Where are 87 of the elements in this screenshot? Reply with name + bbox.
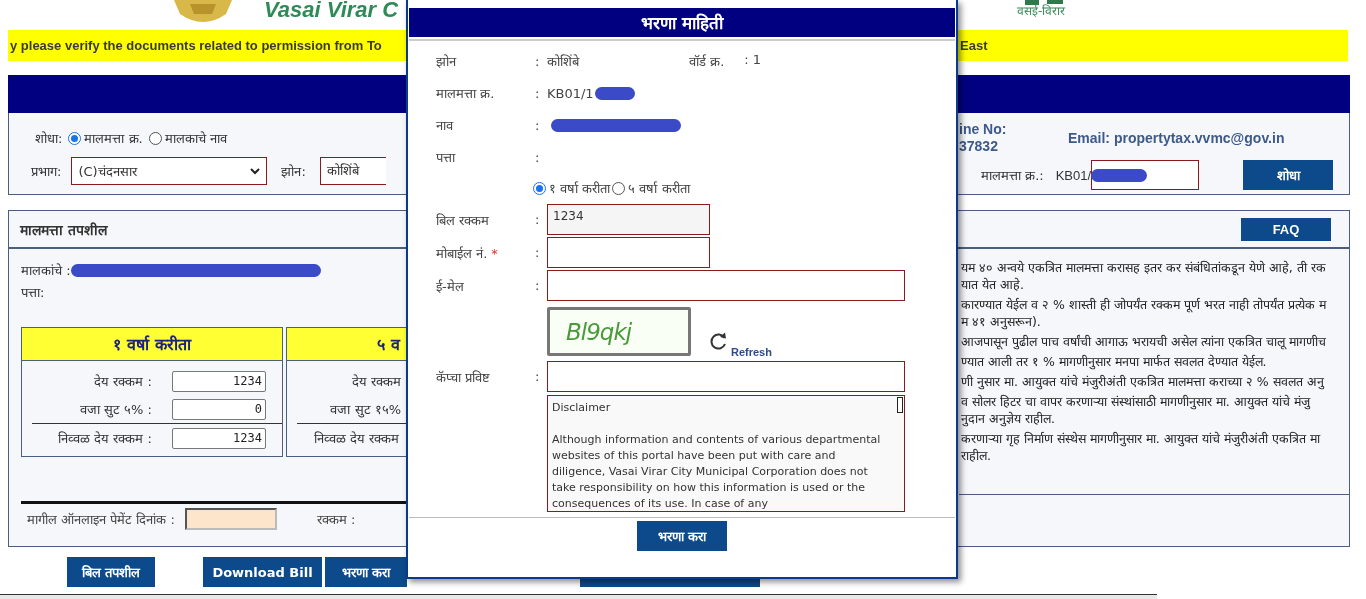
amount-label: वजा सुट १५% bbox=[329, 401, 401, 418]
search-option[interactable]: मालकाचे नाव bbox=[148, 129, 227, 147]
zone-label: झोन: bbox=[281, 163, 306, 180]
faq-button[interactable]: FAQ bbox=[1241, 217, 1331, 241]
property-label: मालमत्ता क्र.: bbox=[981, 167, 1044, 184]
section-title: मालमत्ता तपशील bbox=[20, 220, 107, 239]
helpline-text: 37832 bbox=[959, 138, 999, 155]
field-value: KB01/1 bbox=[547, 85, 594, 101]
field-value: कोशिंबे bbox=[547, 53, 579, 70]
amount-field[interactable]: 1234 bbox=[172, 427, 266, 449]
ward-label: प्रभाग: bbox=[31, 163, 62, 180]
radio-button[interactable] bbox=[68, 131, 82, 145]
field-label: वॉर्ड क्र. bbox=[689, 53, 725, 70]
action-button[interactable]: भरणा करा bbox=[325, 557, 407, 587]
search-label: शोधा: bbox=[35, 130, 63, 147]
amount-label: वजा सुट ५% : bbox=[78, 401, 152, 418]
note-text: व सोलर हिटर चा वापर करणाऱ्या संस्थांसाठी मागणीनुसार मा. आयुक्त यांचे मंजु bbox=[961, 393, 1312, 410]
last-payment-label: मागील ऑनलाइन पेमेंट दिनांक : bbox=[27, 511, 175, 528]
plan-option[interactable]: १ वर्षा करीता bbox=[533, 179, 611, 197]
logo-caption: वसई-विरार bbox=[1017, 5, 1066, 18]
notice-text: East bbox=[960, 38, 988, 53]
site-title: Vasai Virar C bbox=[264, 0, 399, 20]
separator-text: : bbox=[535, 369, 541, 384]
field-label: मालमत्ता क्र. bbox=[436, 85, 496, 102]
ward-dropdown[interactable]: (C)चंदनसार bbox=[71, 157, 268, 185]
input-field[interactable] bbox=[547, 237, 710, 268]
note-text: राहील. bbox=[961, 447, 992, 464]
email-text: Email: propertytax.vvmc@gov.in bbox=[1068, 130, 1285, 146]
input-field[interactable] bbox=[547, 270, 905, 301]
search-option[interactable]: मालमत्ता क्र. bbox=[68, 129, 143, 147]
dialog-title: भरणा माहिती bbox=[409, 8, 955, 37]
plan-title: १ वर्षा करीता bbox=[22, 328, 282, 361]
note-text: यात येत आहे. bbox=[961, 276, 1025, 293]
separator-text: : bbox=[535, 53, 541, 69]
owner-label: मालकांचे : bbox=[21, 262, 71, 279]
separator-text: : bbox=[535, 245, 541, 260]
search-button[interactable]: शोधा bbox=[1243, 160, 1334, 190]
separator-text: : bbox=[535, 117, 541, 133]
field-label: बिल रक्कम bbox=[436, 211, 491, 229]
zone-field[interactable]: कोशिंबे bbox=[319, 157, 386, 185]
refresh-icon bbox=[709, 331, 729, 351]
property-prefix: KB01/ bbox=[1055, 167, 1092, 183]
field-value: : 1 bbox=[744, 52, 762, 69]
captcha-image: Bl9qkj bbox=[547, 307, 691, 356]
pay-button[interactable]: भरणा करा bbox=[637, 521, 727, 551]
property-field[interactable] bbox=[1091, 160, 1200, 190]
note-text: म ४१ अनुसरून). bbox=[961, 313, 1042, 330]
helpline-text: ine No: bbox=[959, 121, 1008, 138]
amount-label: रक्कम : bbox=[316, 511, 356, 528]
action-button[interactable]: बिल तपशील bbox=[67, 557, 155, 587]
separator-text: : bbox=[535, 278, 541, 293]
note-text: ण्यात आली तर १ % मागणीनुसार मनपा मार्फत सवलत देण्यात येईल. bbox=[961, 353, 1268, 370]
field-label: मोबाईल नं. * bbox=[436, 244, 499, 262]
chevron-icon bbox=[250, 167, 261, 175]
note-text: करणाऱ्या गृह निर्माण संस्थेस मागणीनुसार मा. आयुक्त यांचे मंजुरीअंती एकत्रित मा bbox=[961, 430, 1322, 447]
action-button[interactable]: Download Bill bbox=[203, 557, 322, 587]
radio-button[interactable] bbox=[533, 181, 546, 195]
field-label: कॅप्चा प्रविष्ट bbox=[436, 368, 492, 386]
amount-label: निव्वळ देय रक्कम : bbox=[57, 430, 152, 447]
amount-label: देय रक्कम : bbox=[93, 373, 152, 390]
address-label: पत्ता: bbox=[21, 284, 46, 301]
amount-label: देय रक्कम bbox=[350, 373, 401, 390]
radio-button[interactable] bbox=[612, 181, 626, 195]
plan-option[interactable]: ५ वर्षा करीता bbox=[612, 179, 690, 197]
field-label: झोन bbox=[436, 53, 458, 70]
note-text: णी नुसार मा. आयुक्त यांचे मंजुरीअंती एकत्रित मालमत्ता कराच्या २ % सवलत अनु bbox=[961, 373, 1325, 390]
amount-field[interactable]: 1234 bbox=[172, 370, 266, 392]
separator-text: : bbox=[535, 85, 541, 101]
note-text: आजपासून पुढील पाच वर्षांची आगाऊ भरायची असेल त्यांना एकत्रित चालू मागणीच bbox=[961, 333, 1327, 350]
input-field[interactable]: 1234 bbox=[547, 204, 710, 235]
field-label: नाव bbox=[436, 117, 455, 134]
disclaimer-box[interactable]: Disclaimer Although information and contents of various departmental websites of this portal have been put with care and diligence, Vasai Virar City Municipal Corporation does not take responsibility on how this information is used or the consequences of its use. In case of any bbox=[547, 395, 905, 512]
separator-text: : bbox=[535, 149, 541, 165]
field-label: पत्ता bbox=[436, 149, 457, 166]
separator-text: : bbox=[535, 212, 541, 227]
amount-label: निव्वळ देय रक्कम bbox=[312, 430, 399, 447]
notice-text: y please verify the documents related to permission from To bbox=[10, 38, 383, 53]
note-text: यम ४० अन्वये एकत्रित मालमत्ता करासह इतर कर संबंधितांकडून येणे आहे, ती रक bbox=[961, 259, 1327, 276]
refresh-link[interactable]: Refresh bbox=[731, 346, 772, 358]
date-field[interactable] bbox=[184, 508, 277, 530]
field-label: ई-मेल bbox=[436, 277, 465, 295]
captcha-field[interactable] bbox=[547, 361, 905, 392]
radio-button[interactable] bbox=[148, 131, 162, 145]
scrollbar-thumb[interactable] bbox=[897, 397, 903, 413]
note-text: कारण्यात येईल व २ % शास्ती ही जोपर्यंत रक्कम पूर्ण भरत नाही तोपर्यंत प्रत्येक म bbox=[961, 296, 1328, 313]
note-text: नुदान अनुज्ञेय राहील. bbox=[961, 410, 1056, 427]
amount-field[interactable]: 0 bbox=[172, 398, 266, 420]
